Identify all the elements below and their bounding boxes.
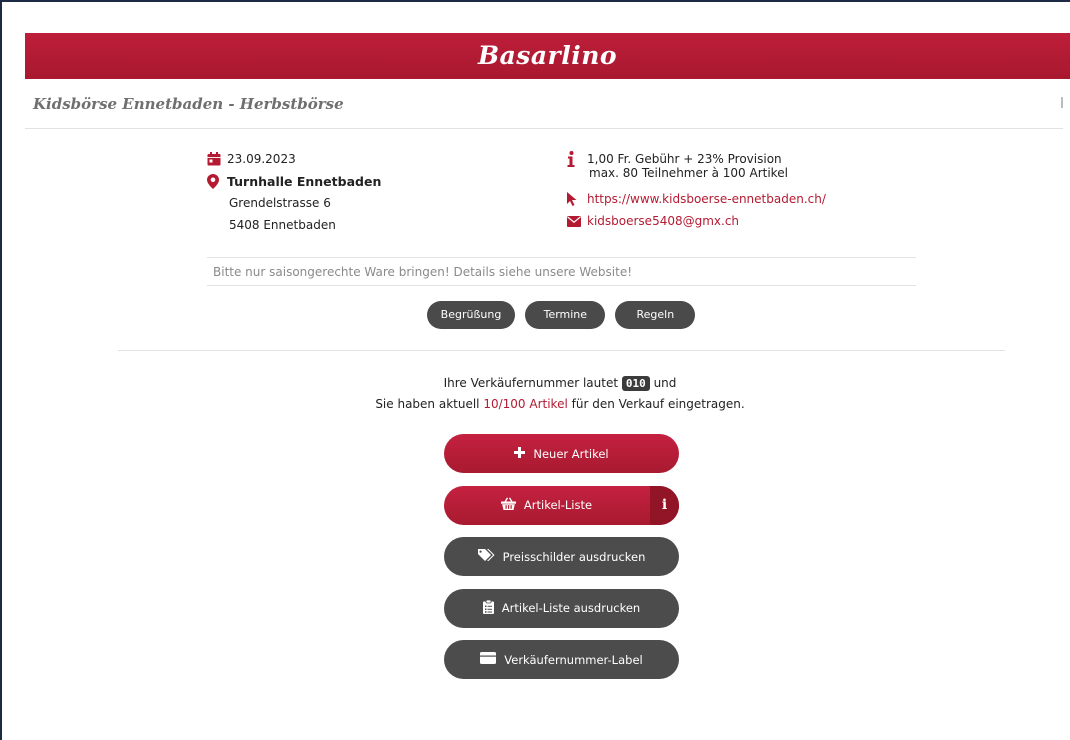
- venue-street: Grendelstrasse 6: [229, 196, 331, 210]
- new-article-button[interactable]: Neuer Artikel: [444, 434, 679, 473]
- date-row: 23.09.2023: [207, 148, 381, 170]
- notice-text: Bitte nur saisongerechte Ware bringen! D…: [207, 257, 916, 286]
- info-icon: [567, 151, 587, 167]
- event-title: Kidsbörse Ennetbaden - Herbstbörse: [33, 95, 344, 113]
- print-list-label: Artikel-Liste ausdrucken: [501, 601, 641, 615]
- seller-number-badge: 010: [621, 376, 650, 391]
- fees-text: 1,00 Fr. Gebühr + 23% Provision: [587, 152, 782, 166]
- email-row: kidsboerse5408@gmx.ch: [567, 210, 826, 232]
- event-details: 23.09.2023 Turnhalle Ennetbaden Grendels…: [207, 148, 381, 236]
- capacity-text: max. 80 Teilnehmer à 100 Artikel: [589, 166, 788, 180]
- venue-city: 5408 Ennetbaden: [229, 218, 336, 232]
- seller-label-label: Verkäufernummer-Label: [504, 652, 643, 667]
- article-list-info-button[interactable]: i: [650, 485, 679, 525]
- print-tags-button[interactable]: Preisschilder ausdrucken: [444, 537, 679, 576]
- divider: [25, 128, 1063, 129]
- website-link[interactable]: https://www.kidsboerse-ennetbaden.ch/: [587, 192, 826, 206]
- envelope-icon: [567, 215, 587, 227]
- article-count-line: Sie haben aktuell 10/100 Artikel für den…: [0, 394, 1070, 415]
- brand-logo[interactable]: Basarlino: [25, 33, 1070, 79]
- seller-number-prefix: Ihre Verkäufernummer lautet: [443, 376, 619, 390]
- venue-row: Turnhalle Ennetbaden: [207, 170, 381, 192]
- new-article-label: Neuer Artikel: [533, 446, 609, 461]
- seller-summary: Ihre Verkäufernummer lautet 010 und Sie …: [0, 373, 1070, 415]
- article-list-button[interactable]: Artikel-Liste i: [444, 485, 679, 525]
- seller-number-suffix: und: [653, 376, 677, 390]
- seller-label-button[interactable]: Verkäufernummer-Label: [444, 640, 679, 679]
- article-list-main: Artikel-Liste: [500, 497, 622, 513]
- tab-welcome[interactable]: Begrüßung: [426, 301, 516, 329]
- id-card-icon: [480, 652, 497, 667]
- plus-icon: [514, 446, 526, 461]
- brand-header: Basarlino: [25, 33, 1070, 79]
- clipboard-list-icon: [482, 599, 494, 617]
- event-date: 23.09.2023: [227, 152, 296, 166]
- divider: [118, 350, 1005, 351]
- info-tabs: Begrüßung Termine Regeln: [0, 301, 1070, 329]
- print-list-button[interactable]: Artikel-Liste ausdrucken: [444, 588, 679, 628]
- venue-name: Turnhalle Ennetbaden: [227, 173, 382, 189]
- tags-icon: [477, 549, 495, 564]
- article-list-label: Artikel-Liste: [523, 498, 593, 512]
- article-count-link[interactable]: 10/100 Artikel: [483, 397, 567, 411]
- action-buttons: Neuer Artikel Artikel-Liste i Preisschil…: [444, 434, 679, 692]
- basket-icon: [500, 497, 516, 513]
- tab-dates[interactable]: Termine: [525, 301, 606, 329]
- map-marker-icon: [207, 173, 227, 189]
- tab-rules[interactable]: Regeln: [615, 301, 696, 329]
- article-count-suffix: für den Verkauf eingetragen.: [571, 397, 745, 411]
- cursor-icon: [567, 192, 587, 206]
- title-edge-mark: [1061, 97, 1063, 108]
- calendar-icon: [207, 152, 227, 166]
- seller-number-line: Ihre Verkäufernummer lautet 010 und: [0, 373, 1070, 394]
- website-row: https://www.kidsboerse-ennetbaden.ch/: [567, 188, 826, 210]
- event-info: 1,00 Fr. Gebühr + 23% Provision max. 80 …: [567, 148, 826, 232]
- email-link[interactable]: kidsboerse5408@gmx.ch: [587, 214, 739, 228]
- article-count-prefix: Sie haben aktuell: [375, 397, 480, 411]
- print-tags-label: Preisschilder ausdrucken: [502, 549, 646, 564]
